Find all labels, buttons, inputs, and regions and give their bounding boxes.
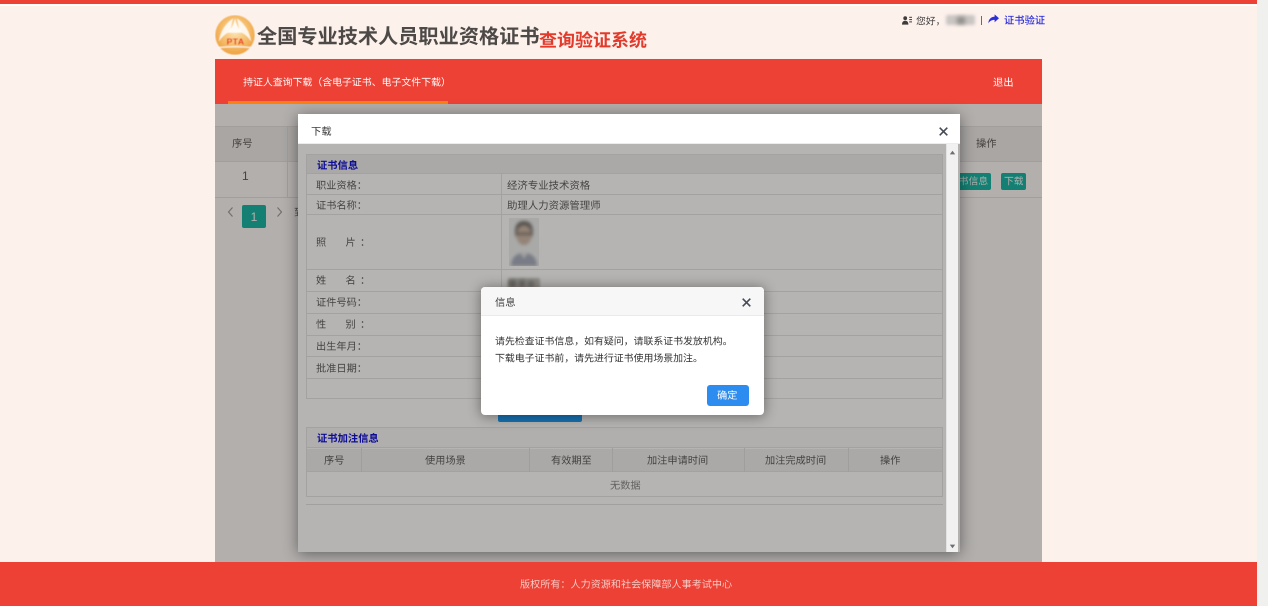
svg-text:PTA: PTA	[227, 37, 245, 47]
